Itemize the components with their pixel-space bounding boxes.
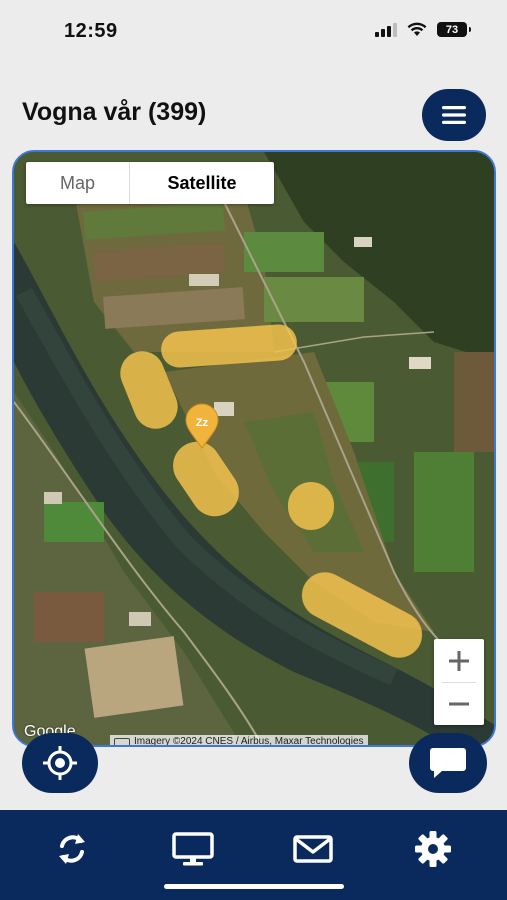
refresh-icon xyxy=(59,834,85,864)
chat-bubble-icon xyxy=(430,748,466,778)
hamburger-menu-icon xyxy=(442,106,466,124)
nav-refresh-button[interactable] xyxy=(42,826,102,872)
battery-icon: 73 xyxy=(437,22,471,37)
status-bar: 12:59 73 xyxy=(0,0,507,62)
crosshair-locate-icon xyxy=(43,746,77,780)
nav-settings-button[interactable] xyxy=(403,826,463,872)
status-time: 12:59 xyxy=(64,20,118,42)
zoom-in-button[interactable] xyxy=(434,639,484,682)
zoom-divider xyxy=(442,682,476,683)
map-type-option-satellite[interactable]: Satellite xyxy=(130,162,274,204)
menu-button[interactable] xyxy=(422,89,486,141)
settings-gear-icon xyxy=(415,831,451,867)
map-view[interactable]: Zz Map Satellite Google Imagery ©2024 CN… xyxy=(12,150,496,747)
zoom-control[interactable] xyxy=(434,639,484,725)
satellite-imagery[interactable]: Zz xyxy=(14,152,496,747)
zoom-out-button[interactable] xyxy=(434,682,484,725)
keyboard-shortcuts-icon[interactable] xyxy=(114,737,130,745)
minus-icon xyxy=(449,702,469,705)
home-indicator xyxy=(164,884,344,889)
cellular-signal-icon xyxy=(375,22,397,37)
mail-icon xyxy=(293,835,333,863)
wifi-icon xyxy=(407,22,427,36)
map-type-option-map[interactable]: Map xyxy=(26,162,130,204)
page-title: Vogna vår (399) xyxy=(22,98,207,126)
map-type-toggle[interactable]: Map Satellite xyxy=(26,162,274,204)
attribution-text: Imagery ©2024 CNES / Airbus, Maxar Techn… xyxy=(134,736,364,747)
map-attribution[interactable]: Imagery ©2024 CNES / Airbus, Maxar Techn… xyxy=(110,735,368,747)
marker-label: Zz xyxy=(196,417,209,429)
monitor-icon xyxy=(172,832,214,866)
locate-button[interactable] xyxy=(22,733,98,793)
status-icons: 73 xyxy=(375,22,471,37)
nav-monitor-button[interactable] xyxy=(163,826,223,872)
chat-button[interactable] xyxy=(409,733,487,793)
nav-mail-button[interactable] xyxy=(283,826,343,872)
plus-icon xyxy=(449,650,469,671)
